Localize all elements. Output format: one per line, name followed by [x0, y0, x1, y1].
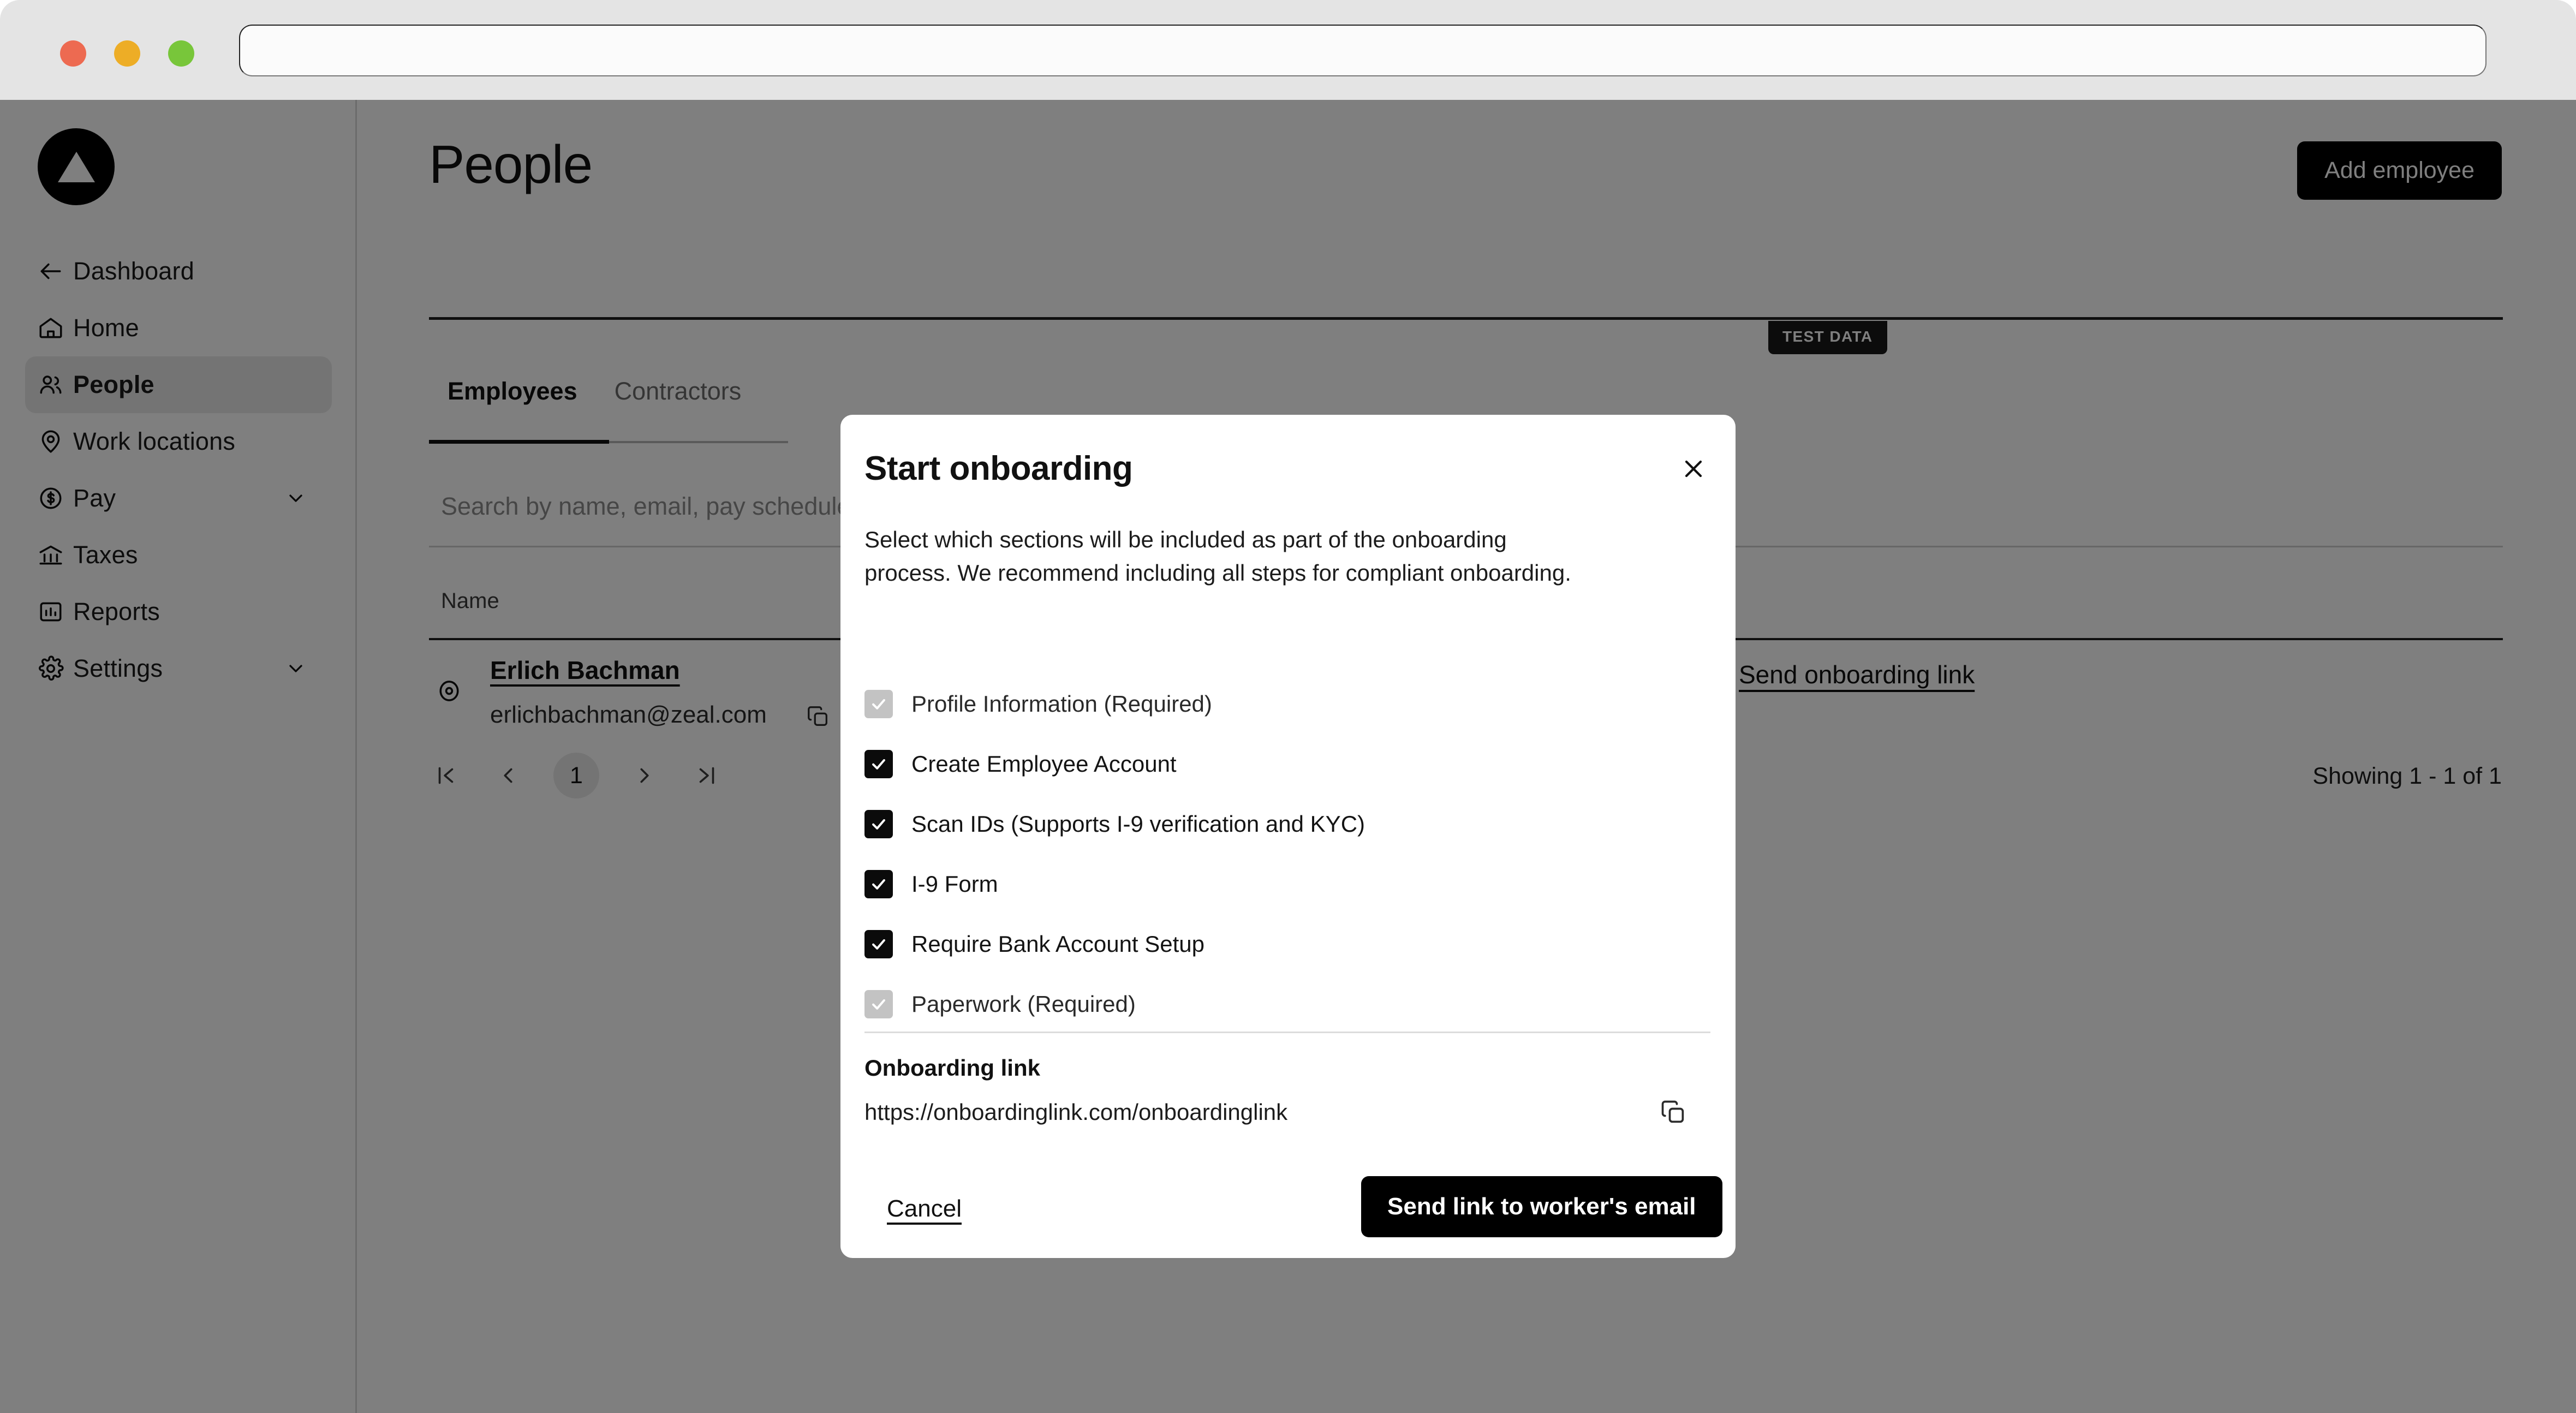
send-link-button[interactable]: Send link to worker's email: [1361, 1176, 1722, 1237]
onboarding-link-value: https://onboardinglink.com/onboardinglin…: [864, 1099, 1288, 1125]
start-onboarding-modal: Start onboarding Select which sections w…: [840, 415, 1736, 1258]
modal-title: Start onboarding: [864, 450, 1133, 487]
copy-icon[interactable]: [1659, 1098, 1687, 1129]
checkbox-profile-information: [864, 690, 893, 718]
checkbox-label: Scan IDs (Supports I-9 verification and …: [911, 811, 1365, 837]
checkbox-i9-form[interactable]: [864, 870, 893, 898]
checkbox-label: Require Bank Account Setup: [911, 931, 1205, 957]
checkbox-require-bank-account-setup[interactable]: [864, 930, 893, 958]
modal-divider: [864, 1032, 1710, 1033]
onboarding-link-label: Onboarding link: [864, 1055, 1040, 1081]
checkbox-create-employee-account[interactable]: [864, 750, 893, 778]
cancel-button[interactable]: Cancel: [887, 1195, 962, 1223]
browser-url-input[interactable]: [239, 25, 2486, 76]
modal-description: Select which sections will be included a…: [864, 527, 1571, 586]
checkbox-scan-ids[interactable]: [864, 810, 893, 838]
close-window-button[interactable]: [60, 40, 86, 67]
window-traffic-lights: [60, 40, 194, 67]
maximize-window-button[interactable]: [168, 40, 194, 67]
checkbox-row-profile-information: Profile Information (Required): [864, 674, 1710, 734]
checkbox-row-paperwork: Paperwork (Required): [864, 974, 1710, 1034]
checkbox-row-require-bank-account-setup[interactable]: Require Bank Account Setup: [864, 914, 1710, 974]
checkbox-label: Create Employee Account: [911, 751, 1177, 777]
checkbox-paperwork: [864, 990, 893, 1018]
app-root: Dashboard Home People: [0, 0, 2576, 1413]
checkbox-label: Profile Information (Required): [911, 691, 1212, 717]
checkbox-label: Paperwork (Required): [911, 991, 1136, 1017]
checkbox-row-scan-ids[interactable]: Scan IDs (Supports I-9 verification and …: [864, 794, 1710, 854]
checkbox-row-i9-form[interactable]: I-9 Form: [864, 854, 1710, 914]
checkbox-row-create-employee-account[interactable]: Create Employee Account: [864, 734, 1710, 794]
browser-chrome: [0, 0, 2576, 100]
onboarding-sections-list: Profile Information (Required) Create Em…: [864, 674, 1710, 1034]
minimize-window-button[interactable]: [114, 40, 140, 67]
close-icon[interactable]: [1677, 452, 1710, 486]
checkbox-label: I-9 Form: [911, 871, 998, 897]
